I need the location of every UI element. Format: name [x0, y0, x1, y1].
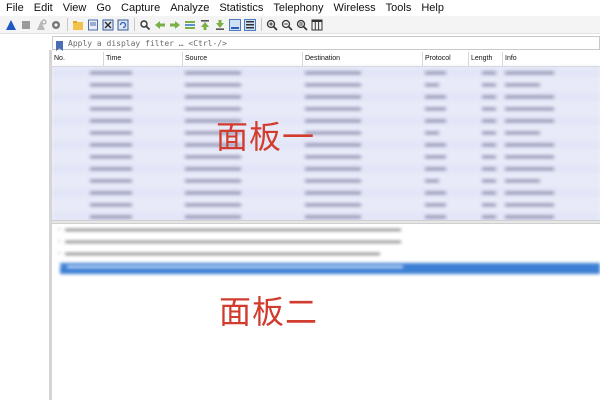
- table-row[interactable]: ▬▬▬▬▬▬ ▬▬▬▬▬▬▬▬ ▬▬▬▬▬▬▬▬ ▬▬▬ ▬▬ ▬▬▬▬▬▬▬: [52, 115, 600, 127]
- resize-columns-icon[interactable]: [310, 18, 323, 31]
- menu-wireless[interactable]: Wireless: [334, 2, 376, 14]
- stop-square-icon[interactable]: [19, 18, 32, 31]
- tree-item-selected[interactable]: › ▬▬▬▬▬▬▬▬▬▬▬▬▬▬▬▬▬▬▬▬▬▬▬▬▬▬▬▬▬▬▬▬▬▬▬▬▬▬▬…: [60, 263, 600, 274]
- close-file-icon[interactable]: [101, 18, 114, 31]
- tree-item[interactable]: › ▬▬▬▬▬▬▬▬▬▬▬▬▬▬▬▬▬▬▬▬▬▬▬▬▬▬▬▬▬▬▬▬▬▬▬▬▬▬▬…: [58, 238, 598, 249]
- column-separator: [502, 52, 503, 66]
- panel-two-label: 面板二: [219, 293, 319, 331]
- zoom-normal-icon[interactable]: [295, 18, 308, 31]
- colorize-icon[interactable]: [243, 18, 256, 31]
- options-gear-icon[interactable]: [49, 18, 62, 31]
- table-row[interactable]: ▬▬▬▬▬▬ ▬▬▬▬▬▬▬▬ ▬▬▬▬▬▬▬▬ ▬▬▬ ▬▬ ▬▬▬▬▬▬▬: [52, 139, 600, 151]
- toolbar-separator: [134, 18, 135, 31]
- auto-scroll-icon[interactable]: [228, 18, 241, 31]
- menu-file[interactable]: File: [6, 2, 24, 14]
- table-row[interactable]: ▬▬▬▬▬▬ ▬▬▬▬▬▬▬▬ ▬▬▬▬▬▬▬▬ ▬▬ ▬▬ ▬▬▬▬▬: [52, 79, 600, 91]
- table-row[interactable]: ▬▬▬▬▬▬ ▬▬▬▬▬▬▬▬ ▬▬▬▬▬▬▬▬ ▬▬ ▬▬ ▬▬▬▬▬: [52, 127, 600, 139]
- packet-list-rows: ▬▬▬▬▬▬ ▬▬▬▬▬▬▬▬ ▬▬▬▬▬▬▬▬ ▬▬▬ ▬▬ ▬▬▬▬▬▬▬ ▬▬▬▬▬…: [52, 67, 600, 220]
- menu-analyze[interactable]: Analyze: [170, 2, 209, 14]
- menu-bar: File Edit View Go Capture Analyze Statis…: [0, 0, 600, 16]
- back-arrow-icon[interactable]: [153, 18, 166, 31]
- forward-arrow-icon[interactable]: [168, 18, 181, 31]
- table-row[interactable]: ▬▬▬▬▬▬ ▬▬▬▬▬▬▬▬ ▬▬▬▬▬▬▬▬ ▬▬▬ ▬▬ ▬▬▬▬▬▬▬: [52, 103, 600, 115]
- table-row[interactable]: ▬▬▬▬▬▬ ▬▬▬▬▬▬▬▬ ▬▬▬▬▬▬▬▬ ▬▬▬ ▬▬ ▬▬▬▬▬▬▬: [52, 211, 600, 220]
- table-row[interactable]: ▬▬▬▬▬▬ ▬▬▬▬▬▬▬▬ ▬▬▬▬▬▬▬▬ ▬▬▬ ▬▬ ▬▬▬▬▬▬▬: [52, 151, 600, 163]
- table-row[interactable]: ▬▬▬▬▬▬ ▬▬▬▬▬▬▬▬ ▬▬▬▬▬▬▬▬ ▬▬▬ ▬▬ ▬▬▬▬▬▬▬: [52, 199, 600, 211]
- goto-packet-icon[interactable]: [183, 18, 196, 31]
- column-header-info[interactable]: Info: [505, 55, 517, 62]
- column-header-protocol[interactable]: Protocol: [425, 55, 451, 62]
- menu-tools[interactable]: Tools: [386, 2, 412, 14]
- packet-list-pane: No. Time Source Destination Protocol Len…: [52, 52, 600, 220]
- packet-details-pane: › ▬▬▬▬▬▬▬▬▬▬▬▬▬▬▬▬▬▬▬▬▬▬▬▬▬▬▬▬▬▬▬▬▬▬▬▬▬▬▬…: [52, 224, 600, 400]
- column-separator: [103, 52, 104, 66]
- display-filter-bar: [52, 36, 600, 51]
- menu-view[interactable]: View: [63, 2, 87, 14]
- tree-item[interactable]: › ▬▬▬▬▬▬▬▬▬▬▬▬▬▬▬▬▬▬▬▬▬▬▬▬▬▬▬▬▬▬▬▬▬▬▬▬▬▬▬…: [58, 226, 598, 237]
- table-row[interactable]: ▬▬▬▬▬▬ ▬▬▬▬▬▬▬▬ ▬▬▬▬▬▬▬▬ ▬▬▬ ▬▬ ▬▬▬▬▬▬▬: [52, 163, 600, 175]
- table-row[interactable]: ▬▬▬▬▬▬ ▬▬▬▬▬▬▬▬ ▬▬▬▬▬▬▬▬ ▬▬▬ ▬▬ ▬▬▬▬▬▬▬: [52, 187, 600, 199]
- save-file-icon[interactable]: [86, 18, 99, 31]
- column-header-destination[interactable]: Destination: [305, 55, 340, 62]
- menu-help[interactable]: Help: [421, 2, 444, 14]
- menu-capture[interactable]: Capture: [121, 2, 160, 14]
- last-packet-icon[interactable]: [213, 18, 226, 31]
- table-row[interactable]: ▬▬▬▬▬▬ ▬▬▬▬▬▬▬▬ ▬▬▬▬▬▬▬▬ ▬▬▬ ▬▬ ▬▬▬▬▬▬▬: [52, 91, 600, 103]
- column-separator: [468, 52, 469, 66]
- table-row[interactable]: ▬▬▬▬▬▬ ▬▬▬▬▬▬▬▬ ▬▬▬▬▬▬▬▬ ▬▬ ▬▬ ▬▬▬▬▬: [52, 175, 600, 187]
- toolbar-separator: [261, 18, 262, 31]
- open-folder-icon[interactable]: [71, 18, 84, 31]
- column-header-source[interactable]: Source: [185, 55, 207, 62]
- column-header-no[interactable]: No.: [54, 55, 65, 62]
- menu-go[interactable]: Go: [96, 2, 111, 14]
- menu-statistics[interactable]: Statistics: [219, 2, 263, 14]
- column-header-length[interactable]: Length: [471, 55, 492, 62]
- bookmark-icon[interactable]: [55, 38, 64, 51]
- column-header-time[interactable]: Time: [106, 55, 121, 62]
- packet-list-header: No. Time Source Destination Protocol Len…: [52, 52, 600, 67]
- main-toolbar: [0, 16, 600, 34]
- zoom-out-icon[interactable]: [280, 18, 293, 31]
- column-separator: [302, 52, 303, 66]
- display-filter-input[interactable]: [68, 37, 588, 49]
- column-separator: [182, 52, 183, 66]
- panel-one-label: 面板一: [216, 118, 316, 156]
- menu-telephony[interactable]: Telephony: [273, 2, 323, 14]
- tree-item[interactable]: › ▬▬▬▬▬▬▬▬▬▬▬▬▬▬▬▬▬▬▬▬▬▬▬▬▬▬▬▬▬▬▬▬▬▬▬▬▬▬▬…: [58, 250, 598, 261]
- toolbar-separator: [67, 18, 68, 31]
- find-icon[interactable]: [138, 18, 151, 31]
- shark-fin-start-icon[interactable]: [4, 18, 17, 31]
- zoom-in-icon[interactable]: [265, 18, 278, 31]
- reload-icon[interactable]: [116, 18, 129, 31]
- column-separator: [422, 52, 423, 66]
- restart-icon[interactable]: [34, 18, 47, 31]
- menu-edit[interactable]: Edit: [34, 2, 53, 14]
- first-packet-icon[interactable]: [198, 18, 211, 31]
- table-row[interactable]: ▬▬▬▬▬▬ ▬▬▬▬▬▬▬▬ ▬▬▬▬▬▬▬▬ ▬▬▬ ▬▬ ▬▬▬▬▬▬▬: [52, 67, 600, 79]
